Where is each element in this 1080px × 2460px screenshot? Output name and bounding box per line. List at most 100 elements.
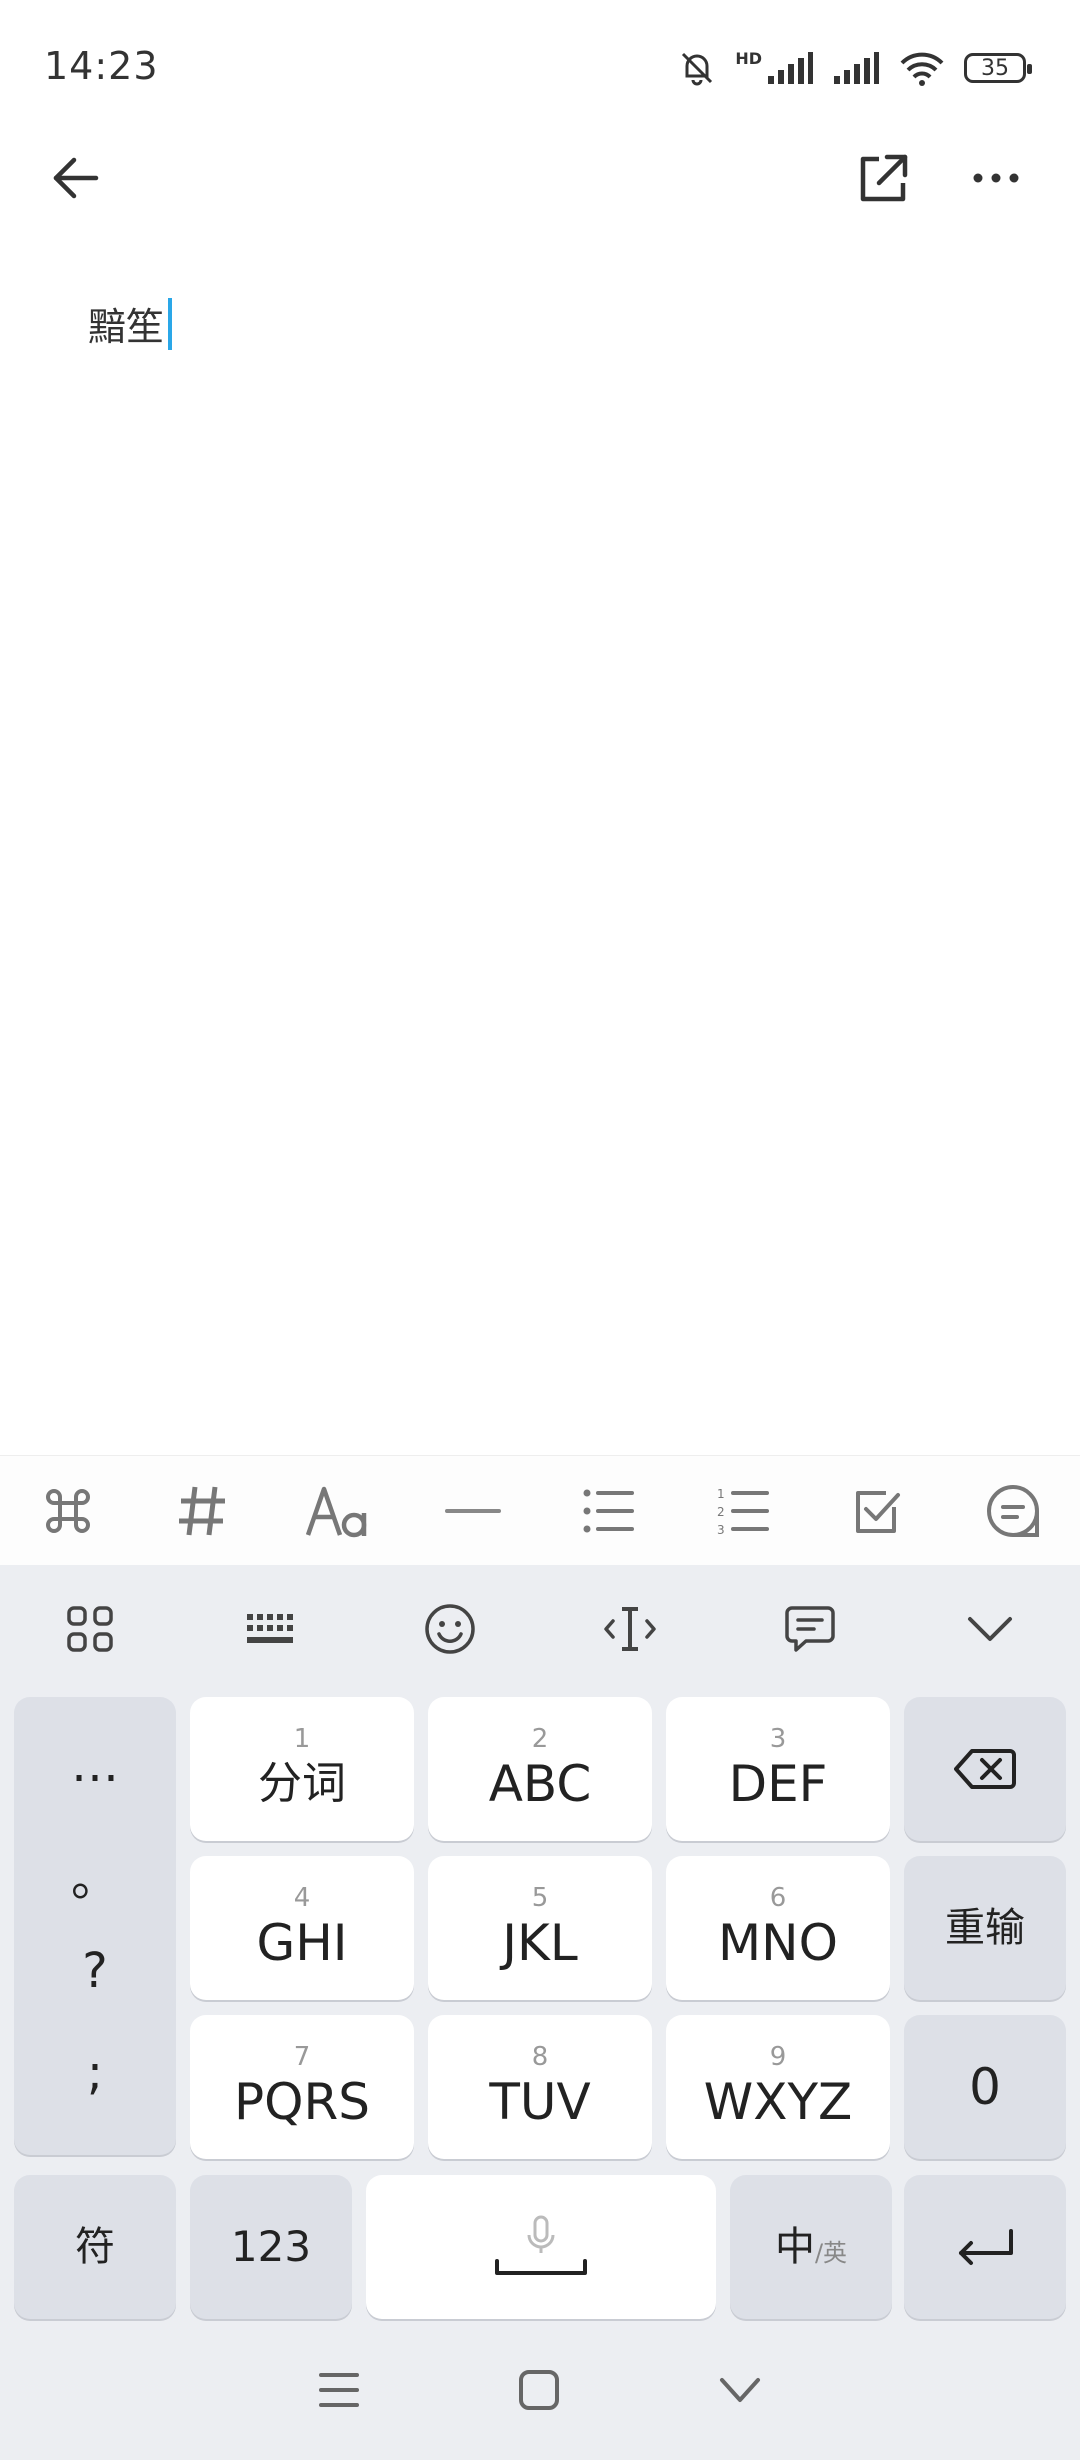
- tag-button[interactable]: [135, 1456, 270, 1566]
- language-switch-key[interactable]: 中 /英: [730, 2175, 892, 2319]
- checklist-button[interactable]: [810, 1456, 945, 1566]
- symbol-period[interactable]: 。: [14, 1839, 176, 1909]
- text-format-button[interactable]: [270, 1456, 405, 1566]
- enter-key[interactable]: [904, 2175, 1066, 2319]
- divider-button[interactable]: [405, 1456, 540, 1566]
- key-7[interactable]: 7 PQRS: [190, 2015, 414, 2159]
- svg-text:3: 3: [717, 1523, 725, 1535]
- checkbox-icon: [855, 1491, 900, 1533]
- text-format-icon: [305, 1486, 366, 1538]
- key-9[interactable]: 9 WXYZ: [666, 2015, 890, 2159]
- key-8[interactable]: 8 TUV: [428, 2015, 652, 2159]
- bullet-list-button[interactable]: [540, 1456, 675, 1566]
- language-main: 中: [774, 2224, 815, 2270]
- key-number: 4: [293, 1883, 311, 1913]
- arrow-left-icon: [53, 157, 99, 199]
- key-3[interactable]: 3 DEF: [666, 1697, 890, 1841]
- cursor-icon: [604, 1607, 656, 1651]
- symbols-label: 符: [75, 2224, 115, 2270]
- wifi-icon: [900, 52, 944, 86]
- clipboard-icon: [785, 1606, 835, 1652]
- nav-back-button[interactable]: [718, 2376, 762, 2408]
- symbols-key[interactable]: 符: [14, 2175, 176, 2319]
- key-label: PQRS: [234, 2073, 370, 2131]
- key-number: 3: [769, 1724, 787, 1754]
- share-button[interactable]: [852, 146, 916, 210]
- key-0[interactable]: 0: [904, 2015, 1066, 2159]
- key-label: MNO: [718, 1914, 838, 1972]
- hd-label: HD: [735, 48, 762, 68]
- home-icon: [519, 2369, 559, 2410]
- space-key[interactable]: [366, 2175, 716, 2319]
- comment-button[interactable]: [945, 1456, 1080, 1566]
- enter-icon: [959, 2229, 1013, 2265]
- keyboard-layout-button[interactable]: [180, 1565, 360, 1693]
- note-text: 黯笙: [88, 305, 165, 349]
- symbol-question[interactable]: ?: [14, 1943, 176, 1999]
- system-nav-bar: [0, 2323, 1080, 2460]
- key-number: 5: [531, 1883, 549, 1913]
- keyboard-menu-button[interactable]: [0, 1565, 180, 1693]
- symbol-ellipsis[interactable]: …: [14, 1737, 176, 1793]
- status-time: 14:23: [44, 44, 159, 88]
- home-button[interactable]: [518, 2369, 560, 2415]
- key-1[interactable]: 1 分词: [190, 1697, 414, 1841]
- reset-key[interactable]: 重输: [904, 1856, 1066, 2000]
- recents-button[interactable]: [318, 2371, 360, 2413]
- hide-keyboard-button[interactable]: [900, 1565, 1080, 1693]
- hash-icon: [178, 1486, 225, 1536]
- cursor-control-button[interactable]: [540, 1565, 720, 1693]
- keyboard-icon: [247, 1614, 293, 1643]
- more-options-button[interactable]: [964, 146, 1028, 210]
- status-icons: HD 35: [677, 44, 1032, 92]
- battery-icon: 35: [964, 53, 1032, 83]
- numbered-list-button[interactable]: 1 2 3: [675, 1456, 810, 1566]
- key-label: DEF: [728, 1755, 828, 1813]
- key-4[interactable]: 4 GHI: [190, 1856, 414, 2000]
- command-icon: [45, 1489, 90, 1533]
- clipboard-button[interactable]: [720, 1565, 900, 1693]
- svg-text:1: 1: [717, 1487, 725, 1501]
- back-button[interactable]: [44, 146, 108, 210]
- key-label: JKL: [502, 1914, 578, 1972]
- key-label: ABC: [488, 1755, 592, 1813]
- emoji-button[interactable]: [360, 1565, 540, 1693]
- svg-text:2: 2: [717, 1505, 725, 1519]
- microphone-icon: [495, 2215, 587, 2275]
- key-5[interactable]: 5 JKL: [428, 1856, 652, 2000]
- note-editor[interactable]: 黯笙: [88, 296, 173, 351]
- mute-bell-icon: [682, 52, 713, 86]
- key-label: GHI: [256, 1914, 348, 1972]
- symbol-column[interactable]: … 。 ? ;: [14, 1697, 176, 2155]
- key-number: 2: [531, 1724, 549, 1754]
- backspace-key[interactable]: [904, 1697, 1066, 1841]
- keyboard: … 。 ? ; 1 分词 2 ABC 3 DEF 4 GHI 5 JKL 6 M…: [0, 1565, 1080, 2460]
- key-label: TUV: [489, 2073, 591, 2131]
- key-label: WXYZ: [703, 2073, 853, 2131]
- collapse-icon: [968, 1617, 1012, 1641]
- key-number: 9: [769, 2042, 787, 2072]
- key-number: 1: [293, 1724, 311, 1754]
- emoji-icon: [425, 1604, 475, 1654]
- key-number: 6: [769, 1883, 787, 1913]
- bullet-list-icon: [583, 1489, 634, 1533]
- comment-icon: [986, 1485, 1039, 1537]
- menu-icon: [319, 2372, 359, 2407]
- signal-icon: [768, 52, 813, 84]
- symbol-semicolon[interactable]: ;: [14, 2045, 176, 2101]
- grid-menu-icon: [67, 1606, 113, 1652]
- reset-label: 重输: [945, 1905, 1025, 1951]
- key-label: 分词: [258, 1758, 346, 1809]
- format-toolbar: 1 2 3: [0, 1455, 1080, 1566]
- keyboard-toolbar: [0, 1565, 1080, 1693]
- backspace-icon: [954, 1749, 1016, 1789]
- key-number: 8: [531, 2042, 549, 2072]
- numbers-key[interactable]: 123: [190, 2175, 352, 2319]
- divider-icon: [444, 1509, 501, 1513]
- back-chevron-icon: [720, 2377, 760, 2402]
- key-6[interactable]: 6 MNO: [666, 1856, 890, 2000]
- more-horizontal-icon: [973, 173, 1019, 183]
- command-button[interactable]: [0, 1456, 135, 1566]
- numbered-list-icon: 1 2 3: [717, 1487, 769, 1535]
- key-2[interactable]: 2 ABC: [428, 1697, 652, 1841]
